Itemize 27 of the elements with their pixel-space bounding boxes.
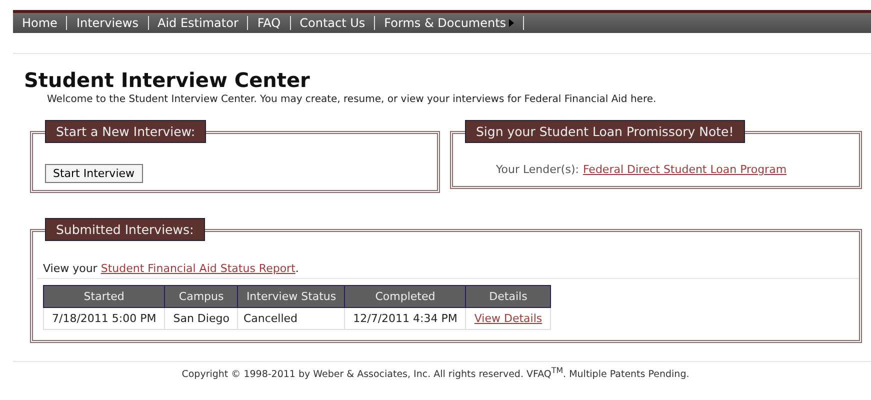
column-header: Details — [466, 286, 551, 308]
caret-icon — [509, 19, 514, 27]
panel-heading: Sign your Student Loan Promissory Note! — [465, 120, 745, 143]
column-header: Interview Status — [238, 286, 345, 308]
nav-link[interactable]: FAQ — [248, 16, 291, 30]
start-interview-button[interactable]: Start Interview — [45, 164, 143, 183]
nav-link[interactable]: Forms & Documents — [375, 16, 524, 30]
panel-heading: Submitted Interviews: — [45, 218, 205, 241]
nav-link[interactable]: Interviews — [67, 16, 148, 30]
nav-link[interactable]: Home — [13, 16, 68, 30]
table-cell: 7/18/2011 5:00 PM — [44, 308, 165, 330]
lender-link[interactable]: Federal Direct Student Loan Program — [582, 163, 787, 176]
column-header: Completed — [344, 286, 466, 308]
nav-link[interactable]: Aid Estimator — [148, 16, 248, 30]
lender-label: Your Lender(s): — [496, 163, 579, 176]
status-report-link[interactable]: Student Financial Aid Status Report — [100, 262, 296, 275]
status-report-text: View your Student Financial Aid Status Report. — [43, 262, 299, 275]
column-header: Started — [44, 286, 165, 308]
table-cell: Cancelled — [238, 308, 345, 330]
intro-text: Welcome to the Student Interview Center. You may create, resume, or view your interviews for Federal Financial Aid here. — [47, 94, 658, 105]
column-header: Campus — [164, 286, 238, 308]
page-title: Student Interview Center — [24, 68, 311, 92]
nav-link[interactable]: Contact Us — [290, 16, 376, 30]
table-cell: San Diego — [164, 308, 238, 330]
table-cell: 12/7/2011 4:34 PM — [344, 308, 466, 330]
panel-heading: Start a New Interview: — [45, 120, 206, 143]
copyright-text: Copyright © 1998-2011 by Weber & Associates, Inc. All rights reserved. VFAQ$^{TM}$. Multiple Patents Pending. — [180, 366, 690, 380]
